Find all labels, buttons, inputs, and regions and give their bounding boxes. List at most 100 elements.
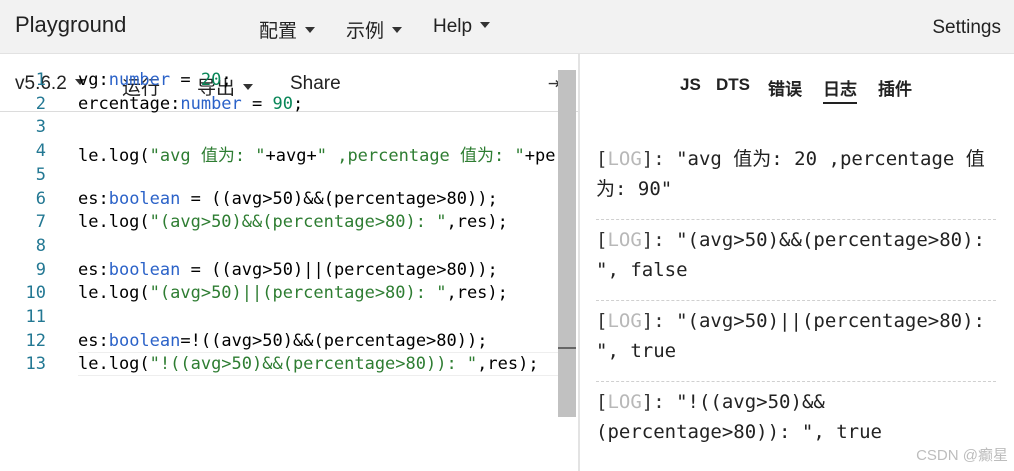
- line-number: 4: [35, 141, 46, 162]
- code-token: )||(: [292, 259, 334, 280]
- tab-plugins[interactable]: 插件: [878, 75, 912, 100]
- log-text-cont: ", true: [596, 340, 677, 362]
- line-number: 9: [35, 259, 46, 280]
- log-entry: [LOG]: "(avg>50)||(percentage>80): ", tr…: [596, 306, 996, 382]
- line-number: 2: [35, 93, 46, 114]
- code-token: " ,percentage 值为: ": [316, 146, 525, 167]
- scrollbar-marker: [558, 347, 576, 349]
- code-token: boolean: [108, 188, 181, 209]
- log-entry: [LOG]: "avg 值为: 20 ,percentage 值 为: 90": [596, 144, 996, 220]
- code-token: = ((: [180, 259, 232, 280]
- chevron-down-icon: [305, 26, 316, 33]
- log-text: "!((avg>50)&&: [676, 391, 825, 413]
- code-token: percentage>80: [323, 330, 457, 351]
- code-token: le.log(: [78, 146, 150, 167]
- settings-link[interactable]: Settings: [932, 17, 1001, 39]
- watermark: CSDN @癫星: [916, 447, 1008, 464]
- tab-logs[interactable]: 日志: [823, 75, 857, 104]
- line-number: 12: [25, 330, 46, 351]
- code-line: es:boolean=!((avg>50)&&(percentage>80));: [78, 331, 487, 351]
- editor-scrollbar[interactable]: [558, 70, 576, 417]
- tab-errors[interactable]: 错误: [768, 75, 802, 100]
- code-token: ));: [456, 330, 488, 351]
- code-token: =: [241, 93, 273, 114]
- code-token: =: [170, 70, 201, 90]
- menu-config[interactable]: 配置: [259, 16, 316, 43]
- log-text: "(avg>50)&&(percentage>80):: [676, 229, 985, 251]
- menu-config-label: 配置: [259, 21, 298, 42]
- chevron-down-icon: [480, 21, 491, 28]
- code-token: )&&(: [282, 330, 324, 351]
- code-token: number: [180, 93, 242, 114]
- code-token: "(avg>50)||(percentage>80): ": [149, 283, 447, 304]
- code-token: ercentage:: [78, 93, 181, 114]
- code-line: vg:number = 20;: [78, 70, 232, 90]
- brand-logo[interactable]: Playground: [15, 12, 126, 38]
- code-line: le.log("!((avg>50)&&(percentage>80)): ",…: [78, 354, 539, 374]
- code-token: le.log(: [78, 283, 150, 304]
- tab-dts[interactable]: DTS: [716, 75, 750, 95]
- code-token: ));: [467, 259, 498, 280]
- code-line: le.log("(avg>50)&&(percentage>80): ",res…: [78, 212, 508, 232]
- chevron-down-icon: [392, 26, 403, 33]
- code-token: vg:: [78, 70, 109, 90]
- code-line: es:boolean = ((avg>50)&&(percentage>80))…: [78, 189, 498, 209]
- tab-js[interactable]: JS: [680, 75, 701, 95]
- menu-examples-label: 示例: [346, 21, 385, 42]
- code-token: avg>50: [231, 259, 293, 280]
- line-number: 13: [25, 354, 46, 375]
- code-token: number: [108, 70, 171, 90]
- code-token: )&&(: [292, 188, 334, 209]
- log-tag: LOG: [607, 391, 642, 413]
- code-area[interactable]: vg:number = 20; ercentage:number = 90; le.…: [78, 70, 558, 417]
- menu-help[interactable]: Help: [433, 16, 491, 38]
- code-token: ));: [467, 188, 498, 209]
- log-text-cont: (percentage>80)): ", true: [596, 421, 882, 443]
- code-token: boolean: [108, 330, 181, 351]
- log-tag: LOG: [607, 310, 642, 332]
- line-number: 5: [35, 164, 46, 185]
- line-number: 10: [25, 283, 46, 304]
- code-token: boolean: [108, 259, 181, 280]
- line-number: 3: [35, 117, 46, 138]
- log-tag: LOG: [607, 229, 642, 251]
- code-token: percentage>80: [333, 259, 467, 280]
- top-nav: Playground 配置 示例 Help Settings: [0, 0, 1014, 54]
- code-line: le.log("avg 值为: "+avg+" ,percentage 值为: …: [78, 141, 558, 166]
- log-text: "avg 值为: 20 ,percentage 值: [676, 148, 985, 170]
- code-token: avg>50: [221, 330, 283, 351]
- sidebar-pane: JS DTS 错误 日志 插件 [LOG]: "avg 值为: 20 ,perc…: [580, 54, 1014, 471]
- log-entry: [LOG]: "(avg>50)&&(percentage>80): ", fa…: [596, 225, 996, 301]
- line-number: 8: [35, 235, 46, 256]
- code-token: "avg 值为: ": [149, 146, 266, 167]
- menu-examples[interactable]: 示例: [346, 16, 403, 43]
- sidebar-tabs: JS DTS 错误 日志 插件: [580, 54, 1014, 112]
- code-token: 90: [272, 93, 293, 114]
- line-number: 1: [35, 70, 46, 90]
- log-text: "(avg>50)||(percentage>80):: [676, 310, 985, 332]
- code-line: ercentage:number = 90;: [78, 94, 303, 114]
- code-token: = ((: [180, 188, 232, 209]
- code-token: "(avg>50)&&(percentage>80): ": [149, 212, 447, 233]
- code-token: le.log(: [78, 354, 150, 375]
- code-token: le.log(: [78, 212, 150, 233]
- code-token: =!((: [180, 330, 222, 351]
- code-token: es:: [78, 330, 109, 351]
- code-token: +avg+: [265, 146, 317, 167]
- code-token: "!((avg>50)&&(percentage>80)): ": [149, 354, 478, 375]
- code-token: ;: [292, 93, 304, 114]
- code-token: 20: [200, 70, 222, 90]
- code-editor[interactable]: 1 2 3 4 5 6 7 8 9 10 11 12 13 vg:number = 20; ercenta…: [0, 70, 578, 417]
- log-text-cont: ", false: [596, 259, 688, 281]
- code-token: avg>50: [231, 188, 293, 209]
- menu-help-label: Help: [433, 16, 473, 37]
- code-token: +perc: [524, 146, 558, 167]
- code-token: ,res);: [446, 283, 508, 304]
- line-number: 6: [35, 188, 46, 209]
- code-token: es:: [78, 188, 109, 209]
- log-text-cont: 为: 90": [596, 178, 673, 200]
- code-token: es:: [78, 259, 109, 280]
- code-token: ,res);: [446, 212, 508, 233]
- code-token: ;: [221, 70, 232, 90]
- code-line: le.log("(avg>50)||(percentage>80): ",res…: [78, 283, 508, 303]
